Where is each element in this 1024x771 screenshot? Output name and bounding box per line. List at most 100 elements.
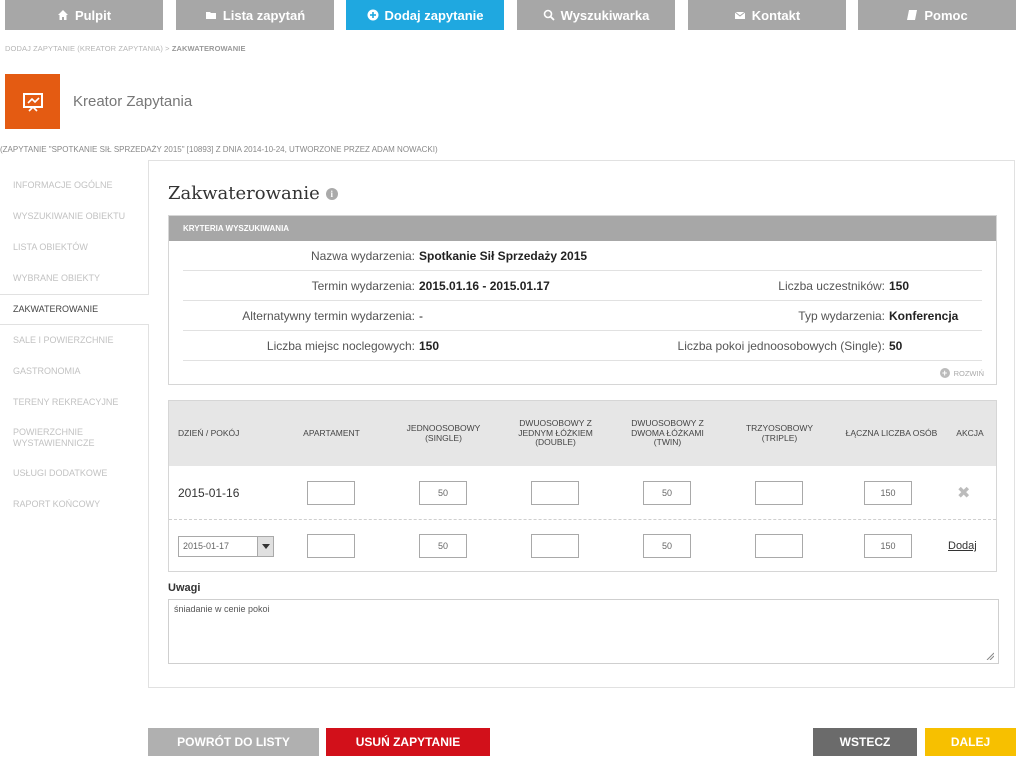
row-date: 2015-01-16 — [178, 486, 240, 500]
plus-circle-icon — [367, 9, 379, 21]
new-row: 2015-01-17 50 50 150 Dodaj — [169, 521, 996, 571]
nav-label: Kontakt — [751, 7, 801, 23]
term-value: 2015.01.16 - 2015.01.17 — [419, 279, 550, 293]
participants-value: 150 — [889, 279, 910, 293]
section-title-text: Zakwaterowanie — [168, 183, 320, 204]
alt-term-value: - — [419, 309, 423, 323]
double-input[interactable] — [531, 534, 579, 558]
criteria-header: KRYTERIA WYSZUKIWANIA — [169, 216, 996, 241]
next-button[interactable]: DALEJ — [925, 728, 1016, 756]
back-to-list-button[interactable]: POWRÓT DO LISTY — [148, 728, 319, 756]
plus-icon: + — [939, 368, 950, 378]
expand-button[interactable]: + ROZWIŃ — [939, 368, 984, 378]
sidebar-item-lista-obiektow[interactable]: LISTA OBIEKTÓW — [0, 232, 148, 263]
nav-kontakt[interactable]: Kontakt — [688, 0, 846, 30]
total-input[interactable]: 150 — [864, 481, 912, 505]
event-name-label: Nazwa wydarzenia: — [310, 249, 415, 263]
search-icon — [543, 9, 555, 21]
column-header: APARTAMENT — [303, 427, 360, 438]
sidebar-item-powierzchnie-wystawiennicze[interactable]: POWIERZCHNIE WYSTAWIENNICZE — [0, 418, 148, 458]
nav-wyszukiwarka[interactable]: Wyszukiwarka — [517, 0, 675, 30]
envelope-icon — [734, 11, 746, 19]
single-input[interactable]: 50 — [419, 534, 467, 558]
nav-lista-zapytan[interactable]: Lista zapytań — [176, 0, 334, 30]
column-header: DWUOSOBOWY Z JEDNYM ŁÓŻKIEM (DOUBLE) — [518, 418, 593, 448]
notes-textarea[interactable]: śniadanie w cenie pokoi — [168, 599, 999, 664]
triple-input[interactable] — [755, 534, 803, 558]
back-button[interactable]: WSTECZ — [813, 728, 917, 756]
sidebar-item-tereny-rekreacyjne[interactable]: TERENY REKREACYJNE — [0, 387, 148, 418]
breadcrumb: DODAJ ZAPYTANIE (KREATOR ZAPYTANIA) > ZA… — [5, 44, 246, 53]
nav-label: Lista zapytań — [222, 7, 306, 23]
info-icon[interactable]: i — [325, 187, 338, 200]
sidebar-item-informacje-ogolne[interactable]: INFORMACJE OGÓLNE — [0, 170, 148, 201]
beds-value: 150 — [419, 339, 440, 353]
notes-label: Uwagi — [168, 582, 201, 594]
home-icon — [57, 10, 68, 20]
triple-input[interactable] — [755, 481, 803, 505]
beds-label: Liczba miejsc noclegowych: — [266, 339, 415, 353]
criteria-row: Nazwa wydarzenia: Spotkanie Sił Sprzedaż… — [183, 241, 982, 271]
sidebar-item-wyszukiwanie-obiektu[interactable]: WYSZUKIWANIE OBIEKTU — [0, 201, 148, 232]
sidebar-item-raport-koncowy[interactable]: RAPORT KOŃCOWY — [0, 489, 148, 520]
event-name-value: Spotkanie Sił Sprzedaży 2015 — [419, 249, 588, 263]
twin-input[interactable]: 50 — [643, 534, 691, 558]
sidebar-item-wybrane-obiekty[interactable]: WYBRANE OBIEKTY — [0, 263, 148, 294]
participants-label: Liczba uczestników: — [778, 279, 885, 293]
single-rooms-label: Liczba pokoi jednoosobowych (Single): — [677, 339, 885, 353]
notes-text: śniadanie w cenie pokoi — [174, 604, 270, 614]
double-input[interactable] — [531, 481, 579, 505]
room-allocation-table: DZIEŃ / POKÓJ APARTAMENT JEDNOOSOBOWY (S… — [168, 400, 997, 572]
book-icon — [907, 10, 918, 20]
presentation-icon — [22, 92, 43, 112]
nav-label: Pomoc — [924, 7, 968, 23]
date-select[interactable]: 2015-01-17 — [178, 535, 274, 557]
nav-pomoc[interactable]: Pomoc — [858, 0, 1016, 30]
delete-request-button[interactable]: USUŃ ZAPYTANIE — [326, 728, 490, 756]
alt-term-label: Alternatywny termin wydarzenia: — [242, 309, 415, 323]
sidebar-item-gastronomia[interactable]: GASTRONOMIA — [0, 356, 148, 387]
nav-label: Dodaj zapytanie — [384, 7, 484, 23]
single-rooms-value: 50 — [889, 339, 903, 353]
column-header: DZIEŃ / POKÓJ — [178, 427, 240, 438]
request-subtitle: (ZAPYTANIE "SPOTKANIE SIŁ SPRZEDAŻY 2015… — [0, 145, 438, 154]
table-row: 2015-01-16 50 50 150 ✖ — [169, 468, 996, 518]
column-header: ŁĄCZNA LICZBA OSÓB — [845, 427, 938, 438]
search-criteria-box: KRYTERIA WYSZUKIWANIA Nazwa wydarzenia: … — [168, 215, 997, 385]
add-row-link[interactable]: Dodaj — [948, 540, 977, 552]
breadcrumb-current: ZAKWATEROWANIE — [171, 44, 246, 53]
total-input[interactable]: 150 — [864, 534, 912, 558]
top-navigation: Pulpit Lista zapytań Dodaj zapytanie Wys… — [0, 0, 1024, 30]
sidebar-item-sale-i-powierzchnie[interactable]: SALE I POWIERZCHNIE — [0, 325, 148, 356]
delete-row-icon[interactable]: ✖ — [957, 483, 970, 503]
resize-handle-icon[interactable] — [986, 652, 994, 660]
wizard-sidebar: INFORMACJE OGÓLNE WYSZUKIWANIE OBIEKTU L… — [0, 170, 149, 520]
main-panel: Zakwaterowanie i KRYTERIA WYSZUKIWANIA N… — [148, 160, 1015, 688]
row-divider — [169, 519, 996, 520]
apartment-input[interactable] — [307, 481, 355, 505]
column-header: TRZYOSOBOWY (TRIPLE) — [745, 423, 814, 443]
criteria-row: Termin wydarzenia: 2015.01.16 - 2015.01.… — [183, 271, 982, 301]
column-header: DWUOSOBOWY Z DWOMA ŁÓŻKAMI (TWIN) — [631, 418, 704, 448]
table-header: DZIEŃ / POKÓJ APARTAMENT JEDNOOSOBOWY (S… — [169, 401, 996, 466]
chevron-down-icon[interactable] — [257, 536, 273, 556]
expand-label: ROZWIŃ — [953, 368, 984, 378]
apartment-input[interactable] — [307, 534, 355, 558]
twin-input[interactable]: 50 — [643, 481, 691, 505]
term-label: Termin wydarzenia: — [311, 279, 415, 293]
nav-pulpit[interactable]: Pulpit — [5, 0, 163, 30]
sidebar-item-uslugi-dodatkowe[interactable]: USŁUGI DODATKOWE — [0, 458, 148, 489]
nav-label: Pulpit — [74, 7, 112, 23]
section-title: Zakwaterowanie i — [168, 183, 338, 204]
breadcrumb-path: DODAJ ZAPYTANIE (KREATOR ZAPYTANIA) > — [5, 44, 170, 53]
folder-icon — [205, 12, 216, 19]
column-header: JEDNOOSOBOWY (SINGLE) — [406, 423, 481, 443]
column-header: AKCJA — [956, 427, 984, 438]
criteria-row: Liczba miejsc noclegowych: 150 Liczba po… — [183, 331, 982, 361]
single-input[interactable]: 50 — [419, 481, 467, 505]
type-value: Konferencja — [889, 309, 959, 323]
page-title: Kreator Zapytania — [73, 93, 193, 110]
nav-label: Wyszukiwarka — [560, 7, 650, 23]
sidebar-item-zakwaterowanie[interactable]: ZAKWATEROWANIE — [0, 294, 149, 325]
nav-dodaj-zapytanie[interactable]: Dodaj zapytanie — [346, 0, 504, 30]
